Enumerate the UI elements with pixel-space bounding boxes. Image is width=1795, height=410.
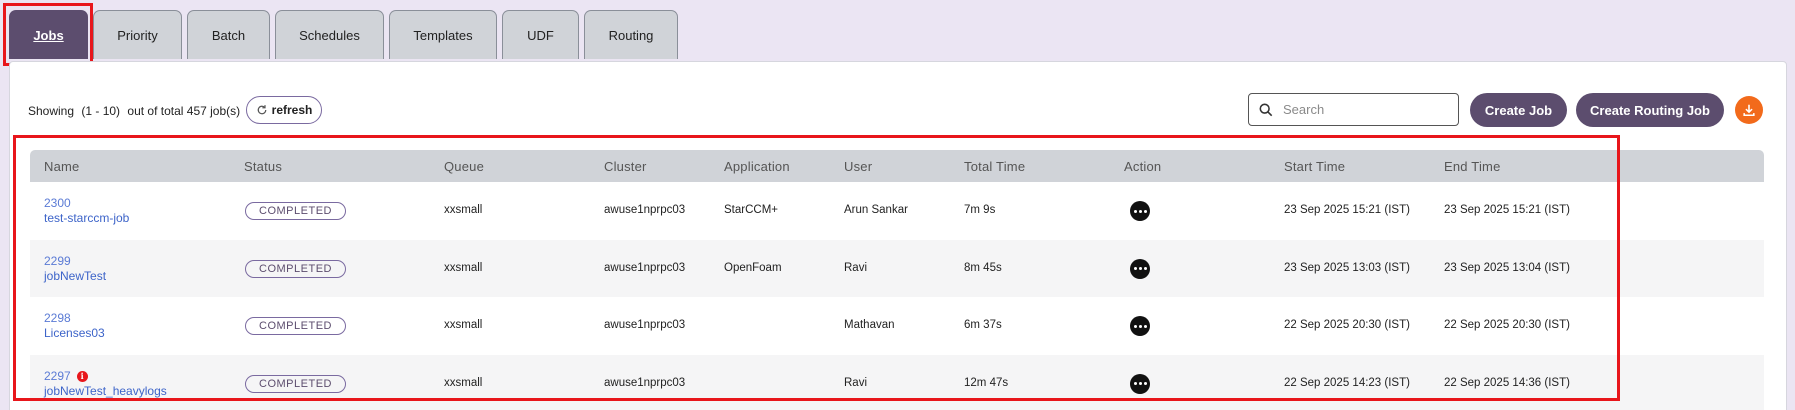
end-time-cell: 22 Sep 2025 20:30 (IST)	[1444, 319, 1570, 331]
cluster-cell: awuse1nprpc03	[604, 204, 686, 216]
job-id-text[interactable]: 2297	[44, 369, 71, 383]
queue-cell: xxsmall	[444, 204, 483, 216]
job-count-summary: Showing (1 - 10) out of total 457 job(s)	[28, 104, 240, 118]
queue-cell: xxsmall	[444, 261, 483, 274]
status-badge: COMPLETED	[245, 374, 346, 393]
column-header-end-time[interactable]: End Time	[1444, 159, 1501, 174]
cluster-cell: awuse1nprpc03	[604, 261, 686, 274]
column-header-queue[interactable]: Queue	[444, 159, 484, 174]
job-id-link[interactable]: 2299	[44, 254, 71, 268]
start-time-cell: 23 Sep 2025 15:21 (IST)	[1284, 204, 1410, 216]
user-cell: Mathavan	[844, 319, 895, 331]
tab-jobs[interactable]: Jobs	[9, 10, 88, 59]
end-time-cell: 22 Sep 2025 14:36 (IST)	[1444, 376, 1570, 389]
showing-range: (1 - 10)	[81, 104, 121, 118]
column-header-application[interactable]: Application	[724, 159, 790, 174]
job-name-link[interactable]: test-starccm-job	[44, 211, 129, 225]
more-actions-icon[interactable]	[1130, 258, 1150, 279]
queue-cell: xxsmall	[444, 376, 483, 389]
showing-label: Showing	[28, 104, 75, 118]
refresh-label: refresh	[271, 103, 313, 117]
tab-batch[interactable]: Batch	[187, 10, 270, 59]
refresh-button[interactable]: refresh	[246, 96, 322, 124]
search-box[interactable]	[1248, 93, 1459, 126]
column-header-name[interactable]: Name	[44, 159, 79, 174]
status-badge: COMPLETED	[245, 202, 346, 220]
user-cell: Ravi	[844, 261, 868, 274]
column-header-total-time[interactable]: Total Time	[964, 159, 1025, 174]
application-cell: StarCCM+	[724, 204, 778, 216]
showing-total: out of total 457 job(s)	[127, 104, 241, 118]
user-cell: Arun Sankar	[844, 204, 908, 216]
cluster-cell: awuse1nprpc03	[604, 376, 686, 389]
total-time-cell: 8m 45s	[964, 261, 1002, 274]
more-actions-icon[interactable]	[1130, 373, 1150, 394]
job-id-link[interactable]: 2300	[44, 196, 71, 210]
end-time-cell: 23 Sep 2025 13:04 (IST)	[1444, 261, 1570, 274]
table-row: 2299 jobNewTest COMPLETED xxsmall awuse1…	[30, 239, 1764, 297]
job-id-link[interactable]: 2298	[44, 311, 71, 325]
job-name-link[interactable]: jobNewTest_heavylogs	[44, 384, 167, 398]
job-name-link[interactable]: Licenses03	[44, 326, 105, 340]
start-time-cell: 23 Sep 2025 13:03 (IST)	[1284, 261, 1410, 274]
tab-schedules[interactable]: Schedules	[275, 10, 384, 59]
table-header: Name Status Queue Cluster Application Us…	[30, 150, 1764, 182]
cluster-cell: awuse1nprpc03	[604, 319, 686, 331]
column-header-action: Action	[1124, 159, 1162, 174]
create-job-button[interactable]: Create Job	[1470, 93, 1567, 127]
table-row: 2300 test-starccm-job COMPLETED xxsmall …	[30, 182, 1764, 240]
refresh-icon	[257, 105, 267, 115]
table-row: 2297 i jobNewTest_heavylogs COMPLETED xxs…	[30, 354, 1764, 410]
search-icon	[1259, 103, 1273, 116]
info-warning-icon[interactable]: i	[76, 370, 88, 382]
end-time-cell: 23 Sep 2025 15:21 (IST)	[1444, 204, 1570, 216]
column-header-cluster[interactable]: Cluster	[604, 159, 647, 174]
total-time-cell: 7m 9s	[964, 204, 996, 216]
download-icon	[1743, 104, 1755, 117]
start-time-cell: 22 Sep 2025 14:23 (IST)	[1284, 376, 1410, 389]
more-actions-icon[interactable]	[1130, 201, 1150, 221]
table-row: 2298 Licenses03 COMPLETED xxsmall awuse1…	[30, 297, 1764, 355]
application-cell: OpenFoam	[724, 261, 782, 274]
status-badge: COMPLETED	[245, 317, 346, 335]
tab-routing[interactable]: Routing	[584, 10, 678, 59]
column-header-user[interactable]: User	[844, 159, 872, 174]
tab-templates[interactable]: Templates	[389, 10, 497, 59]
tab-bar: Jobs Priority Batch Schedules Templates …	[9, 10, 678, 59]
user-cell: Ravi	[844, 376, 868, 389]
job-name-link[interactable]: jobNewTest	[44, 269, 106, 283]
column-header-status[interactable]: Status	[244, 159, 282, 174]
tab-priority[interactable]: Priority	[93, 10, 182, 59]
more-actions-icon[interactable]	[1130, 316, 1150, 336]
download-button[interactable]	[1735, 96, 1763, 124]
create-routing-job-button[interactable]: Create Routing Job	[1576, 93, 1724, 127]
total-time-cell: 6m 37s	[964, 319, 1002, 331]
jobs-table: Name Status Queue Cluster Application Us…	[30, 150, 1764, 410]
start-time-cell: 22 Sep 2025 20:30 (IST)	[1284, 319, 1410, 331]
queue-cell: xxsmall	[444, 319, 483, 331]
column-header-start-time[interactable]: Start Time	[1284, 159, 1345, 174]
tab-udf[interactable]: UDF	[502, 10, 579, 59]
job-id-link[interactable]: 2297 i	[44, 369, 88, 383]
total-time-cell: 12m 47s	[964, 376, 1009, 389]
status-badge: COMPLETED	[245, 259, 346, 278]
search-input[interactable]	[1283, 102, 1443, 117]
